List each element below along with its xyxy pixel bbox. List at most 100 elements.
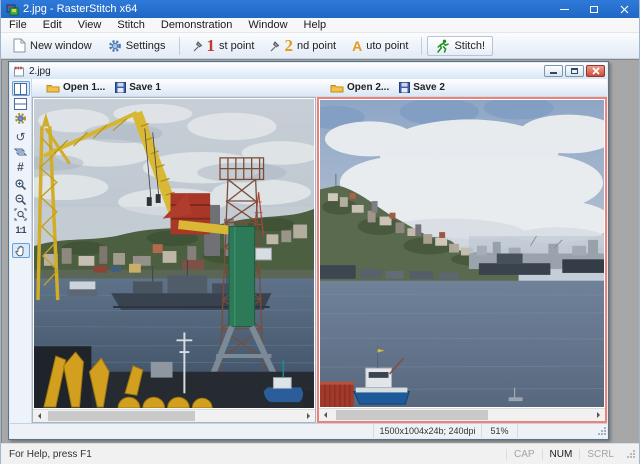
menu-stitch[interactable]: Stitch (109, 18, 153, 32)
child-resize-grip[interactable] (598, 426, 607, 436)
maximize-button[interactable] (579, 0, 609, 18)
auto-point-button[interactable]: A uto point (344, 35, 416, 57)
zoom-out-icon[interactable] (12, 192, 30, 207)
image1-canvas[interactable] (34, 99, 314, 408)
split-horizontal-icon[interactable] (12, 96, 30, 111)
image2-canvas[interactable] (320, 100, 604, 407)
hand-tool-icon[interactable] (12, 243, 30, 258)
split-vertical-icon[interactable] (12, 81, 30, 96)
actual-size-icon[interactable]: 1:1 (12, 222, 30, 237)
open-folder-icon (46, 82, 60, 93)
toolbar-separator (421, 37, 422, 55)
child-restore-button[interactable] (565, 65, 584, 77)
menu-window[interactable]: Window (240, 18, 295, 32)
document-title: 2.jpg (29, 66, 544, 77)
second-point-label: nd point (297, 40, 336, 52)
document-titlebar[interactable]: 2.jpg (10, 63, 607, 79)
panel2-hscrollbar[interactable] (319, 408, 605, 421)
first-point-label: st point (219, 40, 254, 52)
app-window: 2.jpg - RasterStitch x64 File Edit View … (0, 0, 640, 464)
flip-icon[interactable] (12, 144, 30, 159)
scroll-lock-indicator: SCRL (579, 449, 621, 460)
window-title: 2.jpg - RasterStitch x64 (23, 3, 549, 15)
new-window-button[interactable]: New window (5, 35, 100, 56)
bay-city-photo (320, 100, 604, 407)
settings-gear-icon[interactable] (12, 111, 30, 126)
menu-file[interactable]: File (1, 18, 35, 32)
panel-toolbars: Open 1... Save 1 Open 2... (32, 79, 607, 97)
new-document-icon (13, 38, 26, 53)
panel1-hscrollbar[interactable] (33, 409, 315, 422)
settings-button[interactable]: Settings (100, 36, 174, 56)
open-folder-icon (330, 82, 344, 93)
scroll-track[interactable] (45, 410, 303, 422)
stitch-button[interactable]: Stitch! (427, 36, 493, 56)
zoom-level: 51% (482, 424, 518, 438)
save2-label: Save 2 (413, 82, 445, 93)
document-window[interactable]: 2.jpg (8, 61, 609, 440)
auto-point-label: uto point (366, 40, 408, 52)
menu-demonstration[interactable]: Demonstration (153, 18, 241, 32)
document-icon (13, 65, 25, 77)
save1-label: Save 1 (129, 82, 161, 93)
document-statusbar: 1500x1004x24b; 240dpi 51% (10, 423, 607, 438)
menu-edit[interactable]: Edit (35, 18, 70, 32)
crop-icon[interactable]: # (12, 159, 30, 174)
mdi-workspace: 2.jpg (1, 59, 639, 443)
scroll-thumb[interactable] (48, 411, 195, 421)
runner-icon (435, 39, 450, 53)
second-point-button[interactable]: 2 nd point (262, 36, 344, 56)
image-panel-1[interactable] (32, 97, 316, 423)
scroll-left-arrow[interactable] (33, 410, 45, 422)
save1-button[interactable]: Save 1 (115, 82, 161, 93)
close-button[interactable] (609, 0, 639, 18)
open2-button[interactable]: Open 2... (330, 82, 389, 93)
auto-point-letter: A (352, 38, 362, 54)
open1-label: Open 1... (63, 82, 105, 93)
panel1-toolbar: Open 1... Save 1 (32, 79, 316, 96)
menu-help[interactable]: Help (296, 18, 335, 32)
app-icon (6, 3, 19, 16)
panel2-toolbar: Open 2... Save 2 (316, 79, 607, 96)
minimize-button[interactable] (549, 0, 579, 18)
titlebar[interactable]: 2.jpg - RasterStitch x64 (1, 0, 639, 18)
child-minimize-button[interactable] (544, 65, 563, 77)
second-point-number: 2 (284, 39, 293, 53)
close-icon (592, 67, 600, 75)
minimize-icon (560, 9, 569, 10)
open1-button[interactable]: Open 1... (46, 82, 105, 93)
save2-button[interactable]: Save 2 (399, 82, 445, 93)
scroll-right-arrow[interactable] (303, 410, 315, 422)
scroll-left-arrow[interactable] (319, 409, 331, 421)
rotate-left-icon[interactable]: ↺ (12, 129, 30, 144)
scroll-right-arrow[interactable] (593, 409, 605, 421)
status-pane-empty (10, 424, 374, 438)
pin-icon (193, 40, 203, 52)
pin-icon (270, 40, 280, 52)
first-point-number: 1 (207, 39, 216, 53)
main-statusbar: For Help, press F1 CAP NUM SCRL (1, 443, 639, 464)
child-close-button[interactable] (586, 65, 605, 77)
zoom-in-icon[interactable] (12, 177, 30, 192)
caps-lock-indicator: CAP (506, 449, 542, 460)
maximize-icon (590, 6, 598, 13)
gear-icon (108, 39, 122, 53)
stitch-label: Stitch! (454, 40, 485, 52)
fit-to-window-icon[interactable] (12, 207, 30, 222)
side-toolbar: ↺ # 1:1 (10, 79, 32, 423)
status-pane-end (518, 424, 594, 438)
main-toolbar: New window Settings 1 st point 2 nd poin… (1, 33, 639, 59)
close-icon (620, 5, 629, 14)
num-lock-indicator: NUM (542, 449, 580, 460)
image-panel-2[interactable] (317, 97, 607, 423)
help-text: For Help, press F1 (9, 449, 506, 460)
menu-view[interactable]: View (70, 18, 110, 32)
window-resize-grip[interactable] (625, 448, 636, 460)
restore-icon (571, 68, 578, 74)
first-point-button[interactable]: 1 st point (185, 36, 263, 56)
scroll-track[interactable] (331, 409, 593, 421)
image-info: 1500x1004x24b; 240dpi (374, 424, 482, 438)
menubar: File Edit View Stitch Demonstration Wind… (1, 18, 639, 33)
save-floppy-icon (115, 82, 126, 93)
scroll-thumb[interactable] (336, 410, 488, 420)
